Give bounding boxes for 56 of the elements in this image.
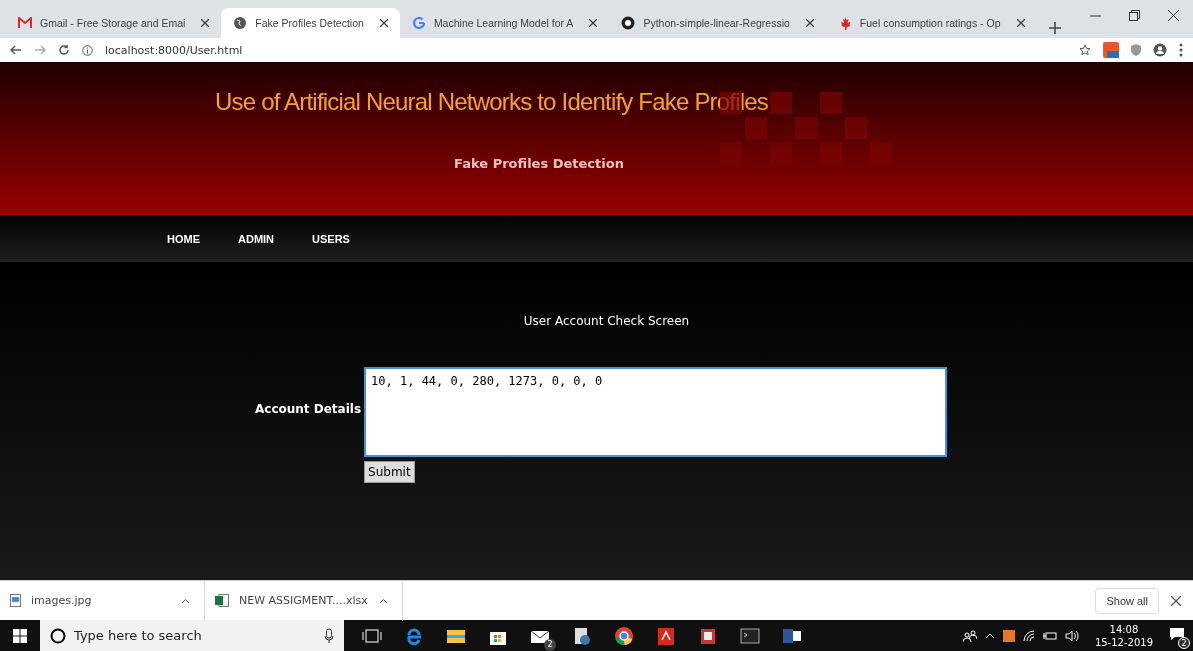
account-icon[interactable] — [1153, 43, 1167, 57]
taskbar-search-field[interactable]: Type here to search — [40, 620, 344, 651]
close-icon[interactable] — [1168, 9, 1179, 21]
people-icon[interactable] — [962, 629, 977, 642]
page-subtitle: Fake Profiles Detection — [454, 156, 624, 171]
image-file-icon — [10, 594, 21, 607]
field-label: Account Details — [255, 402, 362, 418]
reload-icon[interactable] — [58, 44, 70, 56]
microphone-icon[interactable] — [324, 627, 334, 644]
browser-tab[interactable]: Machine Learning Model for A — [399, 8, 610, 38]
caret-icon[interactable] — [181, 597, 190, 604]
browser-tab[interactable]: Python-simple-linear-Regressio — [609, 8, 826, 38]
circle-icon — [50, 627, 66, 644]
nav-link[interactable]: USERS — [312, 232, 350, 245]
nav-link[interactable]: ADMIN — [238, 232, 275, 245]
clock-date: 15-12-2019 — [1094, 635, 1153, 649]
submit-button[interactable]: Submit — [364, 461, 415, 483]
chrome-icon[interactable] — [613, 625, 635, 646]
browser-tab[interactable]: Fake Profiles Detection — [221, 8, 400, 38]
back-arrow-icon[interactable] — [10, 44, 22, 56]
address-field[interactable]: localhost:8000/User.html — [105, 43, 243, 57]
spreadsheet-file-icon — [215, 594, 229, 607]
tray-app-icon[interactable] — [1002, 629, 1015, 642]
volume-icon[interactable] — [1064, 629, 1079, 642]
notification-badge: 2 — [1178, 637, 1190, 649]
browser-tab[interactable]: Fuel consumption ratings - Op — [825, 8, 1037, 38]
globe-icon — [233, 16, 248, 30]
show-all-button[interactable]: Show all — [1095, 587, 1159, 614]
new-tab-icon[interactable] — [1048, 22, 1061, 34]
notification-icon[interactable] — [1169, 627, 1185, 641]
terminal-icon[interactable] — [739, 625, 761, 646]
info-icon — [82, 44, 93, 56]
windows-logo-icon[interactable] — [13, 628, 27, 643]
star-icon[interactable] — [1079, 44, 1091, 56]
wifi-icon[interactable] — [1022, 629, 1035, 642]
shield-icon[interactable] — [1131, 44, 1141, 56]
nav-link[interactable]: HOME — [167, 232, 200, 245]
account-details-field[interactable]: 10, 1, 44, 0, 280, 1273, 0, 0, 0 — [364, 367, 948, 457]
close-icon[interactable] — [589, 19, 598, 27]
envelope-m-icon — [18, 17, 32, 29]
browser-tab[interactable]: Gmail - Free Storage and Emai — [6, 8, 222, 38]
restore-icon[interactable] — [1129, 9, 1140, 21]
close-icon[interactable] — [1016, 19, 1025, 27]
pdf-icon[interactable] — [655, 625, 677, 646]
clock-time: 14:08 — [1109, 622, 1139, 636]
chevron-up-icon[interactable] — [984, 632, 995, 639]
close-icon[interactable] — [805, 19, 814, 27]
close-icon[interactable] — [379, 19, 388, 27]
g-letter-icon — [411, 16, 426, 30]
battery-icon[interactable] — [1042, 630, 1057, 641]
close-icon[interactable] — [201, 19, 210, 27]
page-title: Use of Artificial Neural Networks to Identify Fake Profiles — [215, 88, 768, 116]
more-menu-icon[interactable] — [1179, 43, 1183, 57]
caret-icon[interactable] — [379, 597, 388, 604]
form-heading: User Account Check Screen — [522, 313, 691, 328]
close-icon[interactable] — [1171, 595, 1181, 606]
